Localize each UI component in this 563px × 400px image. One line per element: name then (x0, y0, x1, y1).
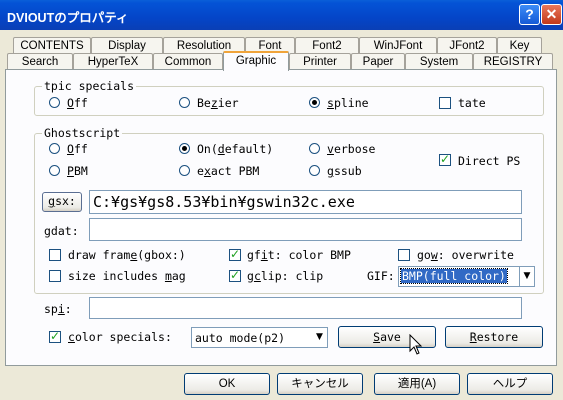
tpic-bezier-label: Bezier (197, 96, 239, 110)
size-mag-label: size includes mag (68, 269, 186, 283)
gif-select-value: BMP(full color) (400, 268, 508, 284)
window-title: DVIOUTのプロパティ (7, 11, 129, 25)
gs-verbose-radio[interactable] (309, 143, 320, 154)
color-specials-label: color specials: (68, 330, 172, 344)
tab-printer[interactable]: Printer (289, 53, 351, 70)
gclip-checkbox[interactable] (229, 268, 241, 282)
color-specials-checkbox[interactable] (49, 329, 61, 343)
tpic-off-label: Off (67, 96, 88, 110)
gs-exact-pbm-label: exact PBM (197, 164, 260, 178)
tpic-legend: tpic specials (42, 79, 137, 93)
apply-button[interactable]: 適用(A) (374, 373, 460, 395)
gsx-path-value: C:¥gs¥gs8.53¥bin¥gswin32c.exe (93, 193, 355, 211)
gdat-input[interactable] (89, 218, 522, 241)
gsx-button[interactable]: gsx: (42, 192, 82, 212)
tab-jfont2[interactable]: JFont2 (437, 37, 497, 54)
chevron-down-icon[interactable]: ▼ (519, 267, 534, 286)
gfit-label: gfit: color BMP (247, 248, 351, 262)
gfit-checkbox[interactable] (229, 247, 241, 261)
gs-pbm-label: PBM (67, 164, 88, 178)
chevron-down-icon[interactable]: ▼ (312, 328, 327, 347)
gs-on-default-label: On(default) (197, 142, 274, 156)
size-mag-checkbox[interactable] (49, 270, 61, 282)
color-specials-value: auto mode(p2) (195, 331, 286, 345)
cancel-button[interactable]: キャンセル (277, 373, 363, 395)
tpic-spline-label: spline (327, 96, 369, 110)
tab-graphic[interactable]: Graphic (223, 51, 289, 71)
tab-display[interactable]: Display (91, 37, 163, 54)
tab-common[interactable]: Common (153, 53, 223, 70)
gs-gssub-radio[interactable] (309, 165, 320, 176)
tate-checkbox[interactable] (439, 97, 451, 109)
gs-on-default-radio[interactable] (179, 143, 190, 154)
tab-registry[interactable]: REGISTRY (473, 53, 553, 70)
ghostscript-legend: Ghostscript (42, 126, 123, 140)
spi-label: spi: (44, 302, 72, 316)
gow-checkbox[interactable] (398, 249, 410, 261)
tate-label: tate (458, 96, 486, 110)
gs-off-label: Off (67, 142, 88, 156)
tab-search[interactable]: Search (7, 53, 73, 70)
gsx-path-input[interactable]: C:¥gs¥gs8.53¥bin¥gswin32c.exe (89, 190, 522, 214)
tab-system[interactable]: System (405, 53, 473, 70)
tab-winjfont[interactable]: WinJFont (359, 37, 437, 54)
tab-font2[interactable]: Font2 (295, 37, 359, 54)
gif-select[interactable]: BMP(full color) ▼ (398, 266, 535, 287)
gs-off-radio[interactable] (49, 143, 60, 154)
gdat-label: gdat: (44, 224, 79, 238)
tpic-off-radio[interactable] (49, 97, 60, 108)
restore-button[interactable]: Restore (445, 326, 543, 348)
direct-ps-checkbox[interactable] (439, 152, 451, 166)
gs-gssub-label: gssub (327, 164, 362, 178)
gif-label: GIF: (367, 269, 395, 283)
spi-input[interactable] (89, 297, 522, 319)
draw-frame-checkbox[interactable] (49, 249, 61, 261)
tpic-spline-radio[interactable] (309, 97, 320, 108)
help-button[interactable]: ヘルプ (467, 373, 553, 395)
gs-pbm-radio[interactable] (49, 165, 60, 176)
color-specials-select[interactable]: auto mode(p2) ▼ (191, 327, 328, 348)
draw-frame-label: draw frame(gbox:) (68, 248, 186, 262)
gs-exact-pbm-radio[interactable] (179, 165, 190, 176)
tab-key[interactable]: Key (497, 37, 542, 54)
tpic-bezier-radio[interactable] (179, 97, 190, 108)
mouse-cursor-icon (409, 334, 423, 355)
direct-ps-label: Direct PS (458, 154, 521, 168)
gs-verbose-label: verbose (327, 142, 376, 156)
help-title-button[interactable]: ? (519, 4, 540, 25)
tab-paper[interactable]: Paper (351, 53, 405, 70)
title-bar: DVIOUTのプロパティ ? ✕ (0, 0, 563, 30)
ok-button[interactable]: OK (184, 373, 270, 395)
gclip-label: gclip: clip (247, 269, 324, 283)
close-icon[interactable]: ✕ (541, 4, 562, 25)
tab-contents[interactable]: CONTENTS (13, 37, 91, 54)
tab-hypertex[interactable]: HyperTeX (73, 53, 153, 70)
gow-label: gow: overwrite (417, 248, 514, 262)
